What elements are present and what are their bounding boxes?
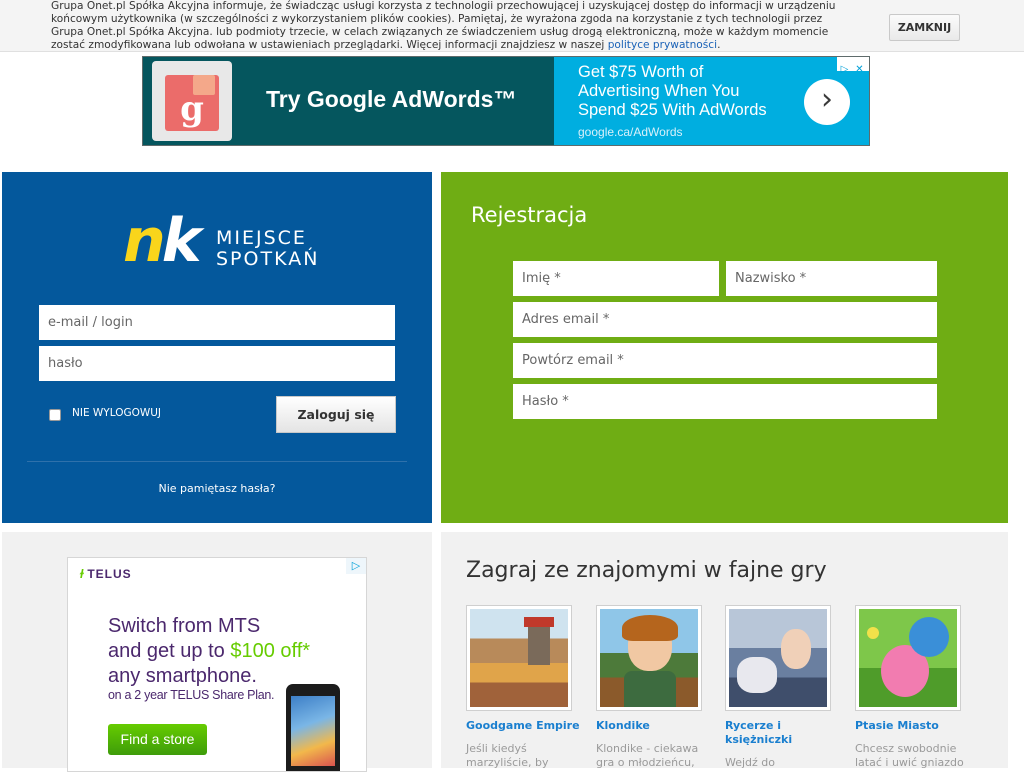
klondike-image bbox=[600, 609, 698, 707]
find-store-button[interactable]: Find a store bbox=[108, 724, 207, 755]
ad-choices-icon[interactable]: ▷ bbox=[837, 63, 852, 77]
telus-logo-text: TELUS bbox=[87, 567, 132, 581]
telus-offer-amount: $100 off bbox=[230, 640, 303, 662]
character-body-shape bbox=[624, 671, 676, 707]
telus-ad[interactable]: ɫ TELUS ▷ Switch from MTS and get up to $… bbox=[67, 557, 367, 772]
rycerze-ksiezniczki-image bbox=[729, 609, 827, 707]
princess-face-shape bbox=[781, 629, 811, 669]
game-description: Klondike - ciekawa gra o młodzieńcu, bbox=[596, 742, 699, 769]
smartphone-screen bbox=[291, 696, 335, 766]
close-icon[interactable]: ✕ bbox=[852, 63, 867, 77]
game-thumbnail[interactable] bbox=[466, 605, 572, 711]
login-panel: nk MIEJSCE SPOTKAŃ NIE WYLOGOWUJ Zaloguj… bbox=[2, 172, 432, 523]
character-hair-shape bbox=[622, 615, 678, 641]
game-card[interactable]: Klondike Klondike - ciekawa gra o młodzi… bbox=[596, 605, 704, 770]
cookie-notice-period: . bbox=[717, 39, 721, 51]
register-password-input[interactable] bbox=[513, 384, 937, 419]
telus-headline-line1: Switch from MTS bbox=[108, 615, 261, 637]
goodgame-empire-image bbox=[470, 609, 568, 707]
games-title: Zagraj ze znajomymi w fajne gry bbox=[466, 558, 827, 583]
game-title-link[interactable]: Goodgame Empire bbox=[466, 719, 584, 733]
cookie-close-button[interactable]: ZAMKNIJ bbox=[889, 14, 960, 41]
nk-logo[interactable]: nk MIEJSCE SPOTKAŃ bbox=[123, 210, 323, 280]
nk-tagline-line1: MIEJSCE bbox=[216, 227, 307, 249]
smartphone-image bbox=[286, 684, 340, 771]
ad-choices-icon[interactable]: ▷ bbox=[346, 558, 366, 574]
ad-logo-letter: g bbox=[180, 89, 204, 129]
game-description: Jeśli kiedyś marzyliście, by bbox=[466, 742, 549, 769]
cookie-consent-bar: Grupa Onet.pl Spółka Akcyjna informuje, … bbox=[0, 0, 1024, 52]
game-card[interactable]: Rycerze i księżniczki Wejdź do bbox=[725, 605, 833, 770]
ad-url[interactable]: google.ca/AdWords bbox=[578, 125, 683, 139]
game-title-link[interactable]: Klondike bbox=[596, 719, 714, 733]
telus-subline: on a 2 year TELUS Share Plan. bbox=[108, 688, 275, 702]
remember-me-label[interactable]: NIE WYLOGOWUJ bbox=[72, 407, 161, 419]
game-thumbnail[interactable] bbox=[725, 605, 831, 711]
adwords-banner-ad[interactable]: g Try Google AdWords™ Get $75 Worth of A… bbox=[142, 56, 870, 146]
ad-right-section: Get $75 Worth of Advertising When You Sp… bbox=[554, 57, 869, 145]
game-thumbnail[interactable] bbox=[855, 605, 961, 711]
games-panel: Zagraj ze znajomymi w fajne gry Goodgame… bbox=[441, 532, 1008, 770]
ad-headline[interactable]: Try Google AdWords™ bbox=[266, 86, 516, 113]
game-title-link[interactable]: Rycerze i księżniczki bbox=[725, 719, 843, 747]
game-card[interactable]: Goodgame Empire Jeśli kiedyś marzyliście… bbox=[466, 605, 580, 770]
email-input[interactable] bbox=[513, 302, 937, 337]
telus-logo-mark: ɫ bbox=[80, 567, 85, 581]
blue-bird-shape bbox=[909, 617, 949, 657]
telus-headline-line2: and get up to $100 off* bbox=[108, 639, 348, 664]
game-card[interactable]: Ptasie Miasto Chcesz swobodnie latać i u… bbox=[855, 605, 964, 770]
telus-headline: Switch from MTS and get up to $100 off* … bbox=[108, 614, 348, 689]
castle-roof-shape bbox=[524, 617, 554, 627]
forgot-password-link[interactable]: Nie pamiętasz hasła? bbox=[2, 482, 432, 495]
nk-tagline: MIEJSCE SPOTKAŃ bbox=[216, 228, 319, 270]
repeat-email-input[interactable] bbox=[513, 343, 937, 378]
password-input[interactable] bbox=[39, 346, 395, 381]
unicorn-shape bbox=[737, 657, 777, 693]
telus-headline-line2a: and get up to bbox=[108, 640, 231, 662]
cookie-notice-text: Grupa Onet.pl Spółka Akcyjna informuje, … bbox=[51, 0, 851, 52]
google-ads-logo: g bbox=[152, 61, 232, 141]
ptasie-miasto-image bbox=[859, 609, 957, 707]
nk-logo-k: k bbox=[161, 206, 202, 276]
registration-title: Rejestracja bbox=[471, 203, 588, 227]
flower-shape bbox=[867, 627, 879, 639]
nk-logo-n: n bbox=[123, 206, 166, 276]
game-thumbnail[interactable] bbox=[596, 605, 702, 711]
castle-tower-shape bbox=[528, 625, 550, 665]
email-login-input[interactable] bbox=[39, 305, 395, 340]
shopping-bag-icon: g bbox=[165, 75, 219, 131]
game-description: Chcesz swobodnie latać i uwić gniazdo bbox=[855, 742, 964, 769]
last-name-input[interactable] bbox=[726, 261, 937, 296]
ad-left-section: g Try Google AdWords™ bbox=[143, 57, 554, 145]
login-divider bbox=[27, 461, 407, 462]
first-name-input[interactable] bbox=[513, 261, 719, 296]
privacy-policy-link[interactable]: polityce prywatności bbox=[608, 39, 717, 51]
telus-logo: ɫ TELUS bbox=[80, 567, 132, 581]
ad-choices[interactable]: ▷ ✕ bbox=[837, 57, 869, 75]
remember-me-checkbox[interactable] bbox=[49, 409, 61, 421]
telus-offer-asterisk: * bbox=[302, 640, 311, 662]
login-button[interactable]: Zaloguj się bbox=[276, 396, 396, 433]
telus-ad-panel: ɫ TELUS ▷ Switch from MTS and get up to $… bbox=[2, 532, 432, 772]
nk-logo-letters: nk bbox=[123, 210, 202, 272]
chevron-right-icon[interactable]: › bbox=[804, 79, 850, 125]
nk-tagline-line2: SPOTKAŃ bbox=[216, 248, 320, 270]
game-title-link[interactable]: Ptasie Miasto bbox=[855, 719, 973, 733]
registration-panel: Rejestracja bbox=[441, 172, 1008, 523]
ad-description[interactable]: Get $75 Worth of Advertising When You Sp… bbox=[578, 63, 788, 120]
